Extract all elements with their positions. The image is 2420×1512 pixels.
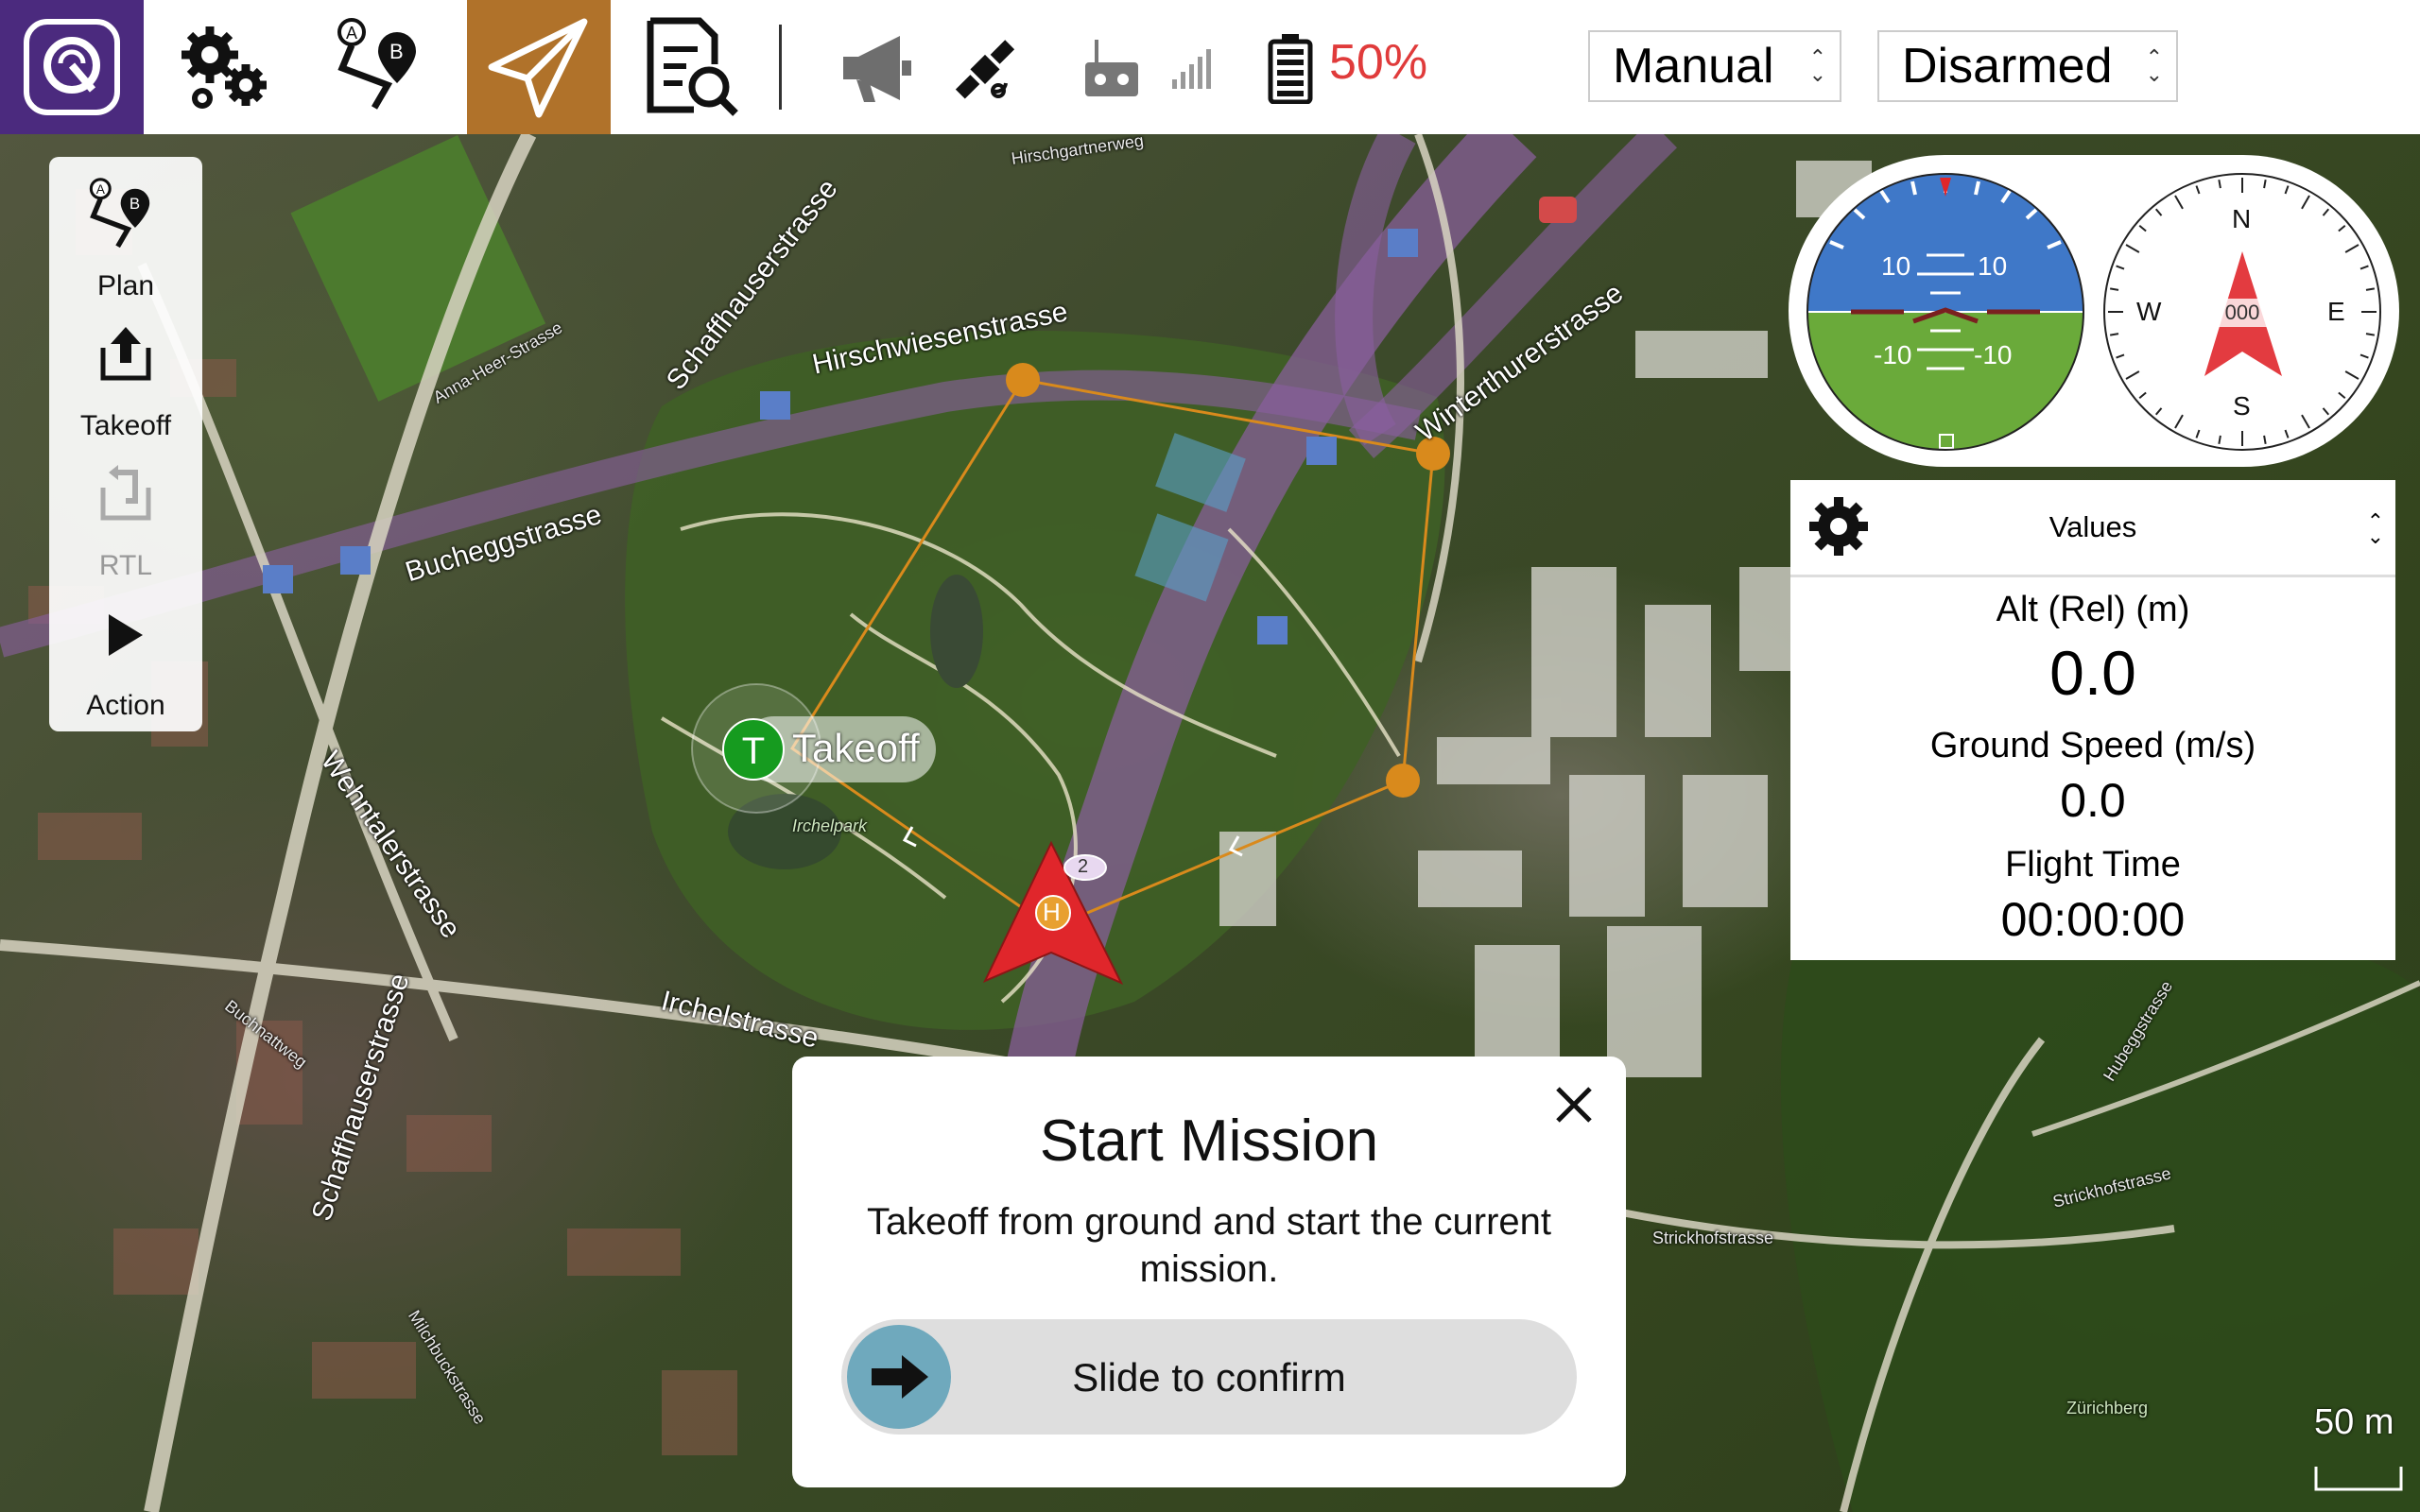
value-label: Alt (Rel) (m) (1996, 590, 2190, 629)
waypoint-number: 2 (1078, 856, 1089, 877)
select-chevron-icon: ⌃ ⌄ (2366, 509, 2384, 548)
rc-signal-indicator (1172, 45, 1214, 89)
dialog-message: Takeoff from ground and start the curren… (866, 1201, 1552, 1290)
select-chevron-icon: ⌃ ⌄ (2145, 45, 2163, 86)
play-icon (109, 614, 143, 656)
takeoff-marker-label: Takeoff (792, 726, 920, 770)
top-toolbar: A B 50% Manual ⌃ ⌄ Disarmed ⌃ ⌄ (0, 0, 2420, 134)
instrument-panel: 10 10 -10 -10 N S E W 000 (1789, 155, 2399, 467)
takeoff-marker-icon: T (722, 718, 785, 781)
value-readout: 0.0 (2049, 638, 2136, 708)
flight-mode-select[interactable]: Manual ⌃ ⌄ (1588, 30, 1841, 102)
gears-icon (182, 26, 267, 109)
street-label: Strickhofstrasse (1652, 1228, 1774, 1247)
attitude-indicator (1807, 174, 2083, 450)
compass-heading: 000 (2224, 301, 2260, 324)
messages-indicator[interactable] (838, 28, 917, 108)
qgc-logo-button[interactable] (0, 0, 144, 134)
plan-route-icon: A B (337, 18, 416, 110)
toolstrip-rtl-button[interactable]: RTL (49, 448, 202, 588)
satellite-icon (955, 40, 1015, 99)
fly-tool-strip: A B Plan Takeoff RTL Action (49, 157, 202, 731)
toolstrip-action-button[interactable]: Action (49, 588, 202, 728)
svg-text:B: B (389, 40, 404, 63)
value-label: Flight Time (2005, 845, 2181, 885)
pitch-label: 10 (1881, 251, 1911, 281)
pitch-label: 10 (1978, 251, 2008, 281)
qgc-logo-icon (24, 19, 120, 115)
map-scale-label: 50 m (2314, 1402, 2394, 1442)
plan-view-button[interactable]: A B (304, 0, 465, 134)
toolstrip-takeoff-button[interactable]: Takeoff (49, 308, 202, 448)
values-panel: Values ⌃ ⌄ Alt (Rel) (m) 0.0 Ground Speed… (1790, 480, 2395, 960)
plan-route-icon: A B (89, 178, 150, 249)
document-search-icon (647, 17, 738, 116)
toolstrip-plan-button[interactable]: A B Plan (49, 168, 202, 308)
battery-indicator[interactable] (1267, 32, 1314, 104)
settings-button[interactable] (144, 0, 304, 134)
slide-to-confirm[interactable]: Slide to confirm (841, 1319, 1577, 1435)
start-mission-dialog: Start Mission Takeoff from ground and st… (792, 1057, 1626, 1487)
compass-west-label: W (2136, 297, 2162, 326)
slider-label: Slide to confirm (1072, 1355, 1346, 1400)
svg-text:A: A (346, 24, 357, 43)
toolstrip-label: Action (86, 690, 165, 721)
rc-rssi-indicator[interactable] (1083, 36, 1140, 102)
toolstrip-label: Plan (96, 270, 155, 301)
battery-percent: 50% (1329, 35, 1428, 90)
toolstrip-label: Takeoff (79, 410, 172, 441)
home-marker-letter: H (1043, 898, 1061, 926)
flight-mode-value: Manual (1613, 39, 1774, 94)
svg-text:B: B (130, 195, 140, 213)
paper-plane-icon (488, 18, 588, 118)
dialog-title: Start Mission (1039, 1108, 1379, 1174)
analyze-view-button[interactable] (611, 0, 771, 134)
compass-north-label: N (2232, 204, 2252, 233)
value-readout: 00:00:00 (2000, 893, 2186, 946)
street-label: Zürichberg (2066, 1399, 2149, 1418)
values-panel-header[interactable]: Values ⌃ ⌄ (1790, 480, 2395, 577)
arm-state-select[interactable]: Disarmed ⌃ ⌄ (1877, 30, 2178, 102)
megaphone-icon (843, 36, 911, 102)
battery-icon (1268, 34, 1313, 104)
value-label: Ground Speed (m/s) (1929, 726, 2256, 765)
compass-east-label: E (2327, 297, 2345, 326)
compass-south-label: S (2233, 391, 2251, 421)
values-panel-title: Values (2048, 510, 2137, 543)
takeoff-icon (100, 327, 151, 381)
instrument-graphics (1806, 173, 2381, 451)
fly-view-button[interactable] (467, 0, 611, 134)
pitch-label: -10 (1874, 340, 1912, 369)
gps-indicator[interactable] (945, 28, 1025, 108)
toolstrip-label: RTL (98, 550, 153, 581)
signal-bars-icon (1172, 49, 1211, 89)
arm-state-value: Disarmed (1902, 39, 2113, 94)
pitch-label: -10 (1974, 340, 2013, 369)
rtl-icon (100, 465, 151, 521)
street-label: Irchelpark (792, 816, 868, 835)
select-chevron-icon: ⌃ ⌄ (1808, 45, 1826, 86)
value-readout: 0.0 (2060, 774, 2126, 827)
svg-text:A: A (96, 182, 106, 197)
toolbar-divider (779, 25, 782, 110)
rc-remote-icon (1085, 40, 1138, 96)
